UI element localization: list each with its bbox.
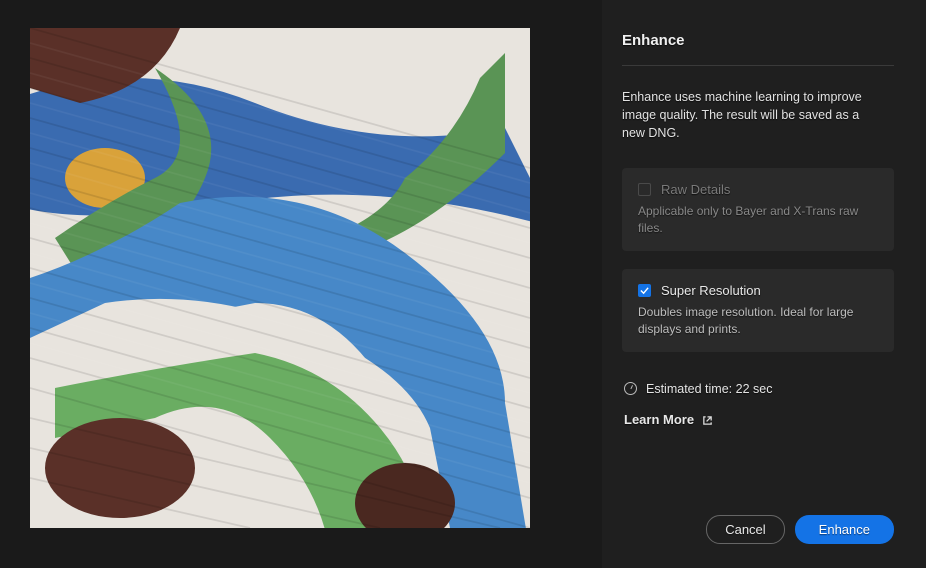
option-raw-details: Raw Details Applicable only to Bayer and…	[622, 168, 894, 251]
panel-title: Enhance	[622, 32, 894, 66]
footer-actions: Cancel Enhance	[622, 491, 894, 544]
super-resolution-checkbox[interactable]	[638, 284, 651, 297]
external-link-icon	[702, 414, 713, 425]
preview-image[interactable]	[30, 28, 530, 528]
super-resolution-description: Doubles image resolution. Ideal for larg…	[638, 304, 878, 338]
enhance-panel: Enhance Enhance uses machine learning to…	[602, 0, 926, 568]
stopwatch-icon	[624, 382, 637, 395]
raw-details-description: Applicable only to Bayer and X-Trans raw…	[638, 203, 878, 237]
raw-details-label: Raw Details	[661, 182, 730, 197]
option-super-resolution: Super Resolution Doubles image resolutio…	[622, 269, 894, 352]
estimated-time: Estimated time: 22 sec	[624, 382, 894, 396]
raw-details-checkbox	[638, 183, 651, 196]
enhance-button[interactable]: Enhance	[795, 515, 894, 544]
learn-more-link[interactable]: Learn More	[624, 412, 894, 427]
learn-more-text: Learn More	[624, 412, 694, 427]
estimated-time-text: Estimated time: 22 sec	[646, 382, 772, 396]
super-resolution-label: Super Resolution	[661, 283, 761, 298]
preview-pane	[0, 0, 602, 568]
cancel-button[interactable]: Cancel	[706, 515, 784, 544]
panel-description: Enhance uses machine learning to improve…	[622, 88, 882, 142]
